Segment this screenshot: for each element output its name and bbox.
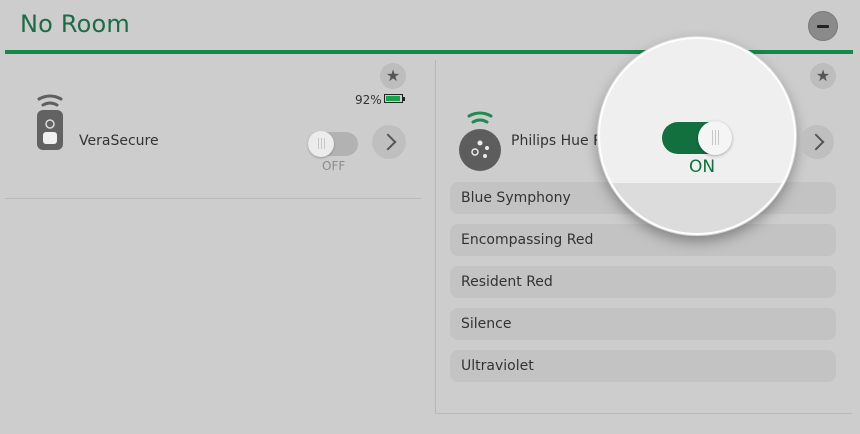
scene-label: Resident Red: [461, 274, 553, 290]
scene-item[interactable]: Ultraviolet: [450, 350, 836, 382]
collapse-room-button[interactable]: [808, 11, 838, 41]
scene-label: Blue Symphony: [461, 190, 571, 206]
favorite-star-icon[interactable]: ★: [380, 63, 406, 89]
device-details-chevron-icon[interactable]: [372, 125, 406, 159]
toggle-knob: [698, 121, 732, 155]
left-card-divider: [5, 198, 421, 199]
remote-device-icon: [37, 94, 63, 150]
battery-percent: 92%: [355, 93, 382, 107]
switch-state-label: OFF: [322, 159, 346, 173]
battery-icon: [384, 94, 405, 103]
power-toggle[interactable]: [662, 121, 732, 155]
column-divider: [435, 60, 436, 413]
scene-item[interactable]: Resident Red: [450, 266, 836, 298]
scene-label: Encompassing Red: [461, 232, 594, 248]
scene-label: Ultraviolet: [461, 358, 534, 374]
favorite-star-icon[interactable]: ★: [810, 63, 836, 89]
power-toggle[interactable]: [308, 131, 358, 157]
hue-bridge-icon: [459, 111, 501, 171]
right-card-divider: [435, 413, 852, 414]
room-title: No Room: [20, 10, 131, 38]
switch-state-label: ON: [689, 157, 716, 177]
device-name: VeraSecure: [79, 133, 159, 149]
scene-item[interactable]: Silence: [450, 308, 836, 340]
toggle-knob: [308, 131, 334, 157]
device-details-chevron-icon[interactable]: [800, 125, 834, 159]
scene-label: Silence: [461, 316, 512, 332]
